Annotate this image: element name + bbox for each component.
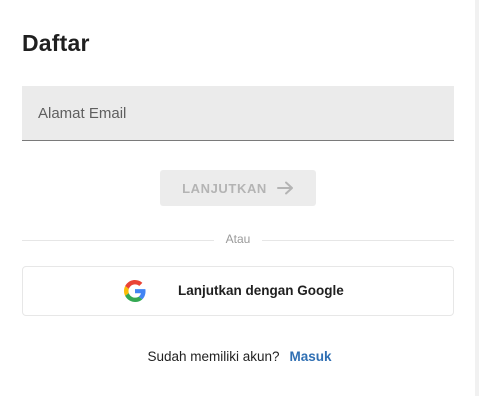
page-title: Daftar xyxy=(22,30,90,56)
signin-prompt-row: Sudah memiliki akun? Masuk xyxy=(0,349,479,364)
or-divider: Atau xyxy=(22,231,454,249)
signin-link[interactable]: Masuk xyxy=(290,349,332,364)
google-signin-button[interactable]: Lanjutkan dengan Google xyxy=(22,266,454,316)
divider-label: Atau xyxy=(225,232,251,246)
signup-page: Daftar LANJUTKAN Atau Lanjutkan dengan G… xyxy=(0,0,479,396)
continue-button[interactable]: LANJUTKAN xyxy=(160,170,316,206)
divider-line-right xyxy=(262,240,454,241)
continue-button-label: LANJUTKAN xyxy=(182,180,267,196)
google-icon xyxy=(124,280,146,302)
scrollbar-track[interactable] xyxy=(475,0,479,396)
email-field[interactable] xyxy=(22,86,454,141)
arrow-right-icon xyxy=(276,181,294,195)
google-button-label: Lanjutkan dengan Google xyxy=(178,283,344,298)
signin-prompt-text: Sudah memiliki akun? xyxy=(147,349,280,364)
